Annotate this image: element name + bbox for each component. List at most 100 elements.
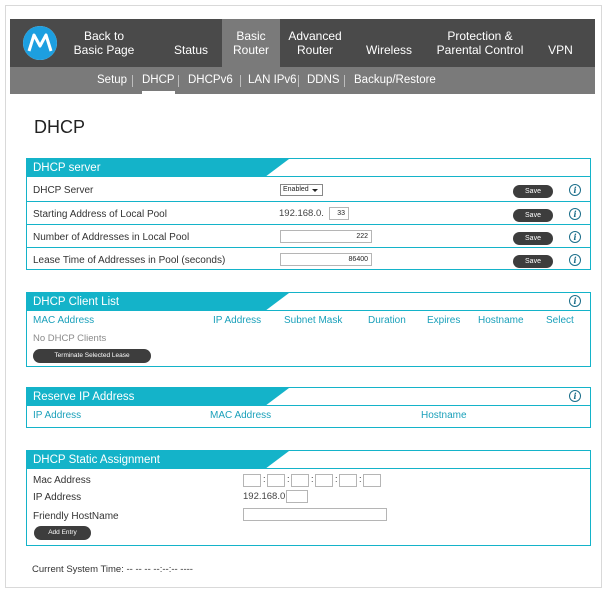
col-mac-address: MAC Address — [33, 315, 95, 326]
subnav-divider — [178, 75, 179, 87]
ip-address-label: IP Address — [33, 492, 82, 503]
section-title: DHCP Static Assignment — [27, 451, 289, 469]
save-button[interactable]: Save — [513, 209, 553, 222]
col-subnet-mask: Subnet Mask — [284, 315, 343, 326]
subnav-ddns[interactable]: DDNS — [307, 67, 340, 94]
nav-label-line1: Advanced — [288, 29, 342, 43]
nav-label-line1: Protection & — [447, 29, 513, 43]
save-button[interactable]: Save — [513, 232, 553, 245]
info-icon[interactable]: i — [569, 390, 581, 402]
nav-label-line2: Router — [232, 43, 270, 57]
info-icon[interactable]: i — [569, 231, 581, 243]
mac-colon: : — [359, 474, 362, 484]
page-title: DHCP — [34, 117, 86, 137]
dhcp-client-list-section: DHCP Client List i MAC Address IP Addres… — [26, 292, 591, 367]
top-nav: Back to Basic Page Status Basic Router A… — [10, 19, 595, 67]
info-icon[interactable]: i — [569, 295, 581, 307]
row-divider — [27, 201, 590, 202]
mac-colon: : — [263, 474, 266, 484]
col-ip-address: IP Address — [33, 410, 82, 421]
nav-vpn[interactable]: VPN — [538, 19, 583, 67]
nav-basic-router[interactable]: Basic Router — [222, 19, 280, 67]
col-ip-address: IP Address — [213, 315, 262, 326]
mac-colon: : — [287, 474, 290, 484]
dhcp-server-select[interactable]: Enabled — [280, 184, 323, 196]
col-select: Select — [546, 315, 574, 326]
mac-octet-input[interactable] — [291, 474, 309, 487]
nav-wireless[interactable]: Wireless — [360, 19, 418, 67]
nav-label-line2: Parental Control — [436, 43, 524, 57]
mac-octet-input[interactable] — [315, 474, 333, 487]
friendly-hostname-label: Friendly HostName — [33, 511, 119, 522]
section-rule — [27, 176, 590, 177]
info-icon[interactable]: i — [569, 254, 581, 266]
system-time: Current System Time: -- -- -- --:--:-- -… — [32, 564, 193, 575]
nav-label: Wireless — [365, 43, 412, 57]
section-title: Reserve IP Address — [27, 388, 289, 406]
starting-address-prefix: 192.168.0. — [279, 208, 324, 219]
save-button[interactable]: Save — [513, 255, 553, 268]
col-expires: Expires — [427, 315, 460, 326]
nav-status[interactable]: Status — [162, 19, 220, 67]
mac-octet-input[interactable] — [363, 474, 381, 487]
subnav-dhcp[interactable]: DHCP — [142, 67, 175, 94]
nav-label-line1: Basic — [236, 29, 266, 43]
col-hostname: Hostname — [421, 410, 467, 421]
ip-last-octet-input[interactable] — [286, 490, 308, 503]
motorola-logo-icon[interactable] — [23, 26, 57, 60]
reserve-ip-section: Reserve IP Address i IP Address MAC Addr… — [26, 387, 591, 428]
nav-label-line1: Back to — [83, 29, 125, 43]
nav-label: Status — [173, 43, 209, 57]
chevron-down-icon — [312, 189, 318, 192]
section-rule — [27, 468, 590, 469]
dhcp-server-label: DHCP Server — [33, 185, 94, 196]
save-button[interactable]: Save — [513, 185, 553, 198]
section-title: DHCP server — [27, 159, 289, 177]
mac-octet-input[interactable] — [267, 474, 285, 487]
lease-time-label: Lease Time of Addresses in Pool (seconds… — [33, 255, 226, 266]
empty-clients-text: No DHCP Clients — [33, 333, 107, 344]
add-entry-button[interactable]: Add Entry — [34, 526, 91, 540]
nav-label-line2: Router — [296, 43, 334, 57]
mac-colon: : — [311, 474, 314, 484]
info-icon[interactable]: i — [569, 184, 581, 196]
subnav-backup-restore[interactable]: Backup/Restore — [354, 67, 436, 94]
subnav-lan-ipv6[interactable]: LAN IPv6 — [248, 67, 297, 94]
nav-back-to-basic[interactable]: Back to Basic Page — [68, 19, 140, 67]
sub-nav: Setup DHCP DHCPv6 LAN IPv6 DDNS Backup/R… — [10, 67, 595, 94]
row-divider — [27, 224, 590, 225]
section-rule — [27, 405, 590, 406]
friendly-hostname-input[interactable] — [243, 508, 387, 521]
mac-octet-input[interactable] — [243, 474, 261, 487]
subnav-dhcpv6[interactable]: DHCPv6 — [188, 67, 233, 94]
nav-protection-parental[interactable]: Protection & Parental Control — [430, 19, 530, 67]
subnav-divider — [298, 75, 299, 87]
dhcp-server-select-value: Enabled — [283, 186, 309, 193]
info-icon[interactable]: i — [569, 208, 581, 220]
mac-colon: : — [335, 474, 338, 484]
starting-address-input[interactable]: 33 — [329, 207, 349, 220]
col-hostname: Hostname — [478, 315, 524, 326]
mac-address-inputs: : : : : : — [243, 474, 383, 487]
subnav-divider — [344, 75, 345, 87]
col-mac-address: MAC Address — [210, 410, 272, 421]
terminate-lease-button[interactable]: Terminate Selected Lease — [33, 349, 151, 363]
section-title: DHCP Client List — [27, 293, 289, 311]
number-of-addresses-input[interactable]: 222 — [280, 230, 372, 243]
number-of-addresses-label: Number of Addresses in Local Pool — [33, 232, 190, 243]
lease-time-input[interactable]: 86400 — [280, 253, 372, 266]
ip-address-prefix: 192.168.0. — [243, 491, 288, 502]
subnav-setup[interactable]: Setup — [97, 67, 127, 94]
col-duration: Duration — [368, 315, 406, 326]
mac-address-label: Mac Address — [33, 475, 91, 486]
nav-label-line2: Basic Page — [73, 43, 135, 57]
starting-address-label: Starting Address of Local Pool — [33, 209, 167, 220]
static-assignment-section: DHCP Static Assignment Mac Address : : :… — [26, 450, 591, 546]
subnav-divider — [240, 75, 241, 87]
dhcp-server-section: DHCP server DHCP Server Enabled Save i S… — [26, 158, 591, 270]
section-rule — [27, 310, 590, 311]
nav-advanced-router[interactable]: Advanced Router — [280, 19, 350, 67]
row-divider — [27, 247, 590, 248]
subnav-divider — [132, 75, 133, 87]
mac-octet-input[interactable] — [339, 474, 357, 487]
